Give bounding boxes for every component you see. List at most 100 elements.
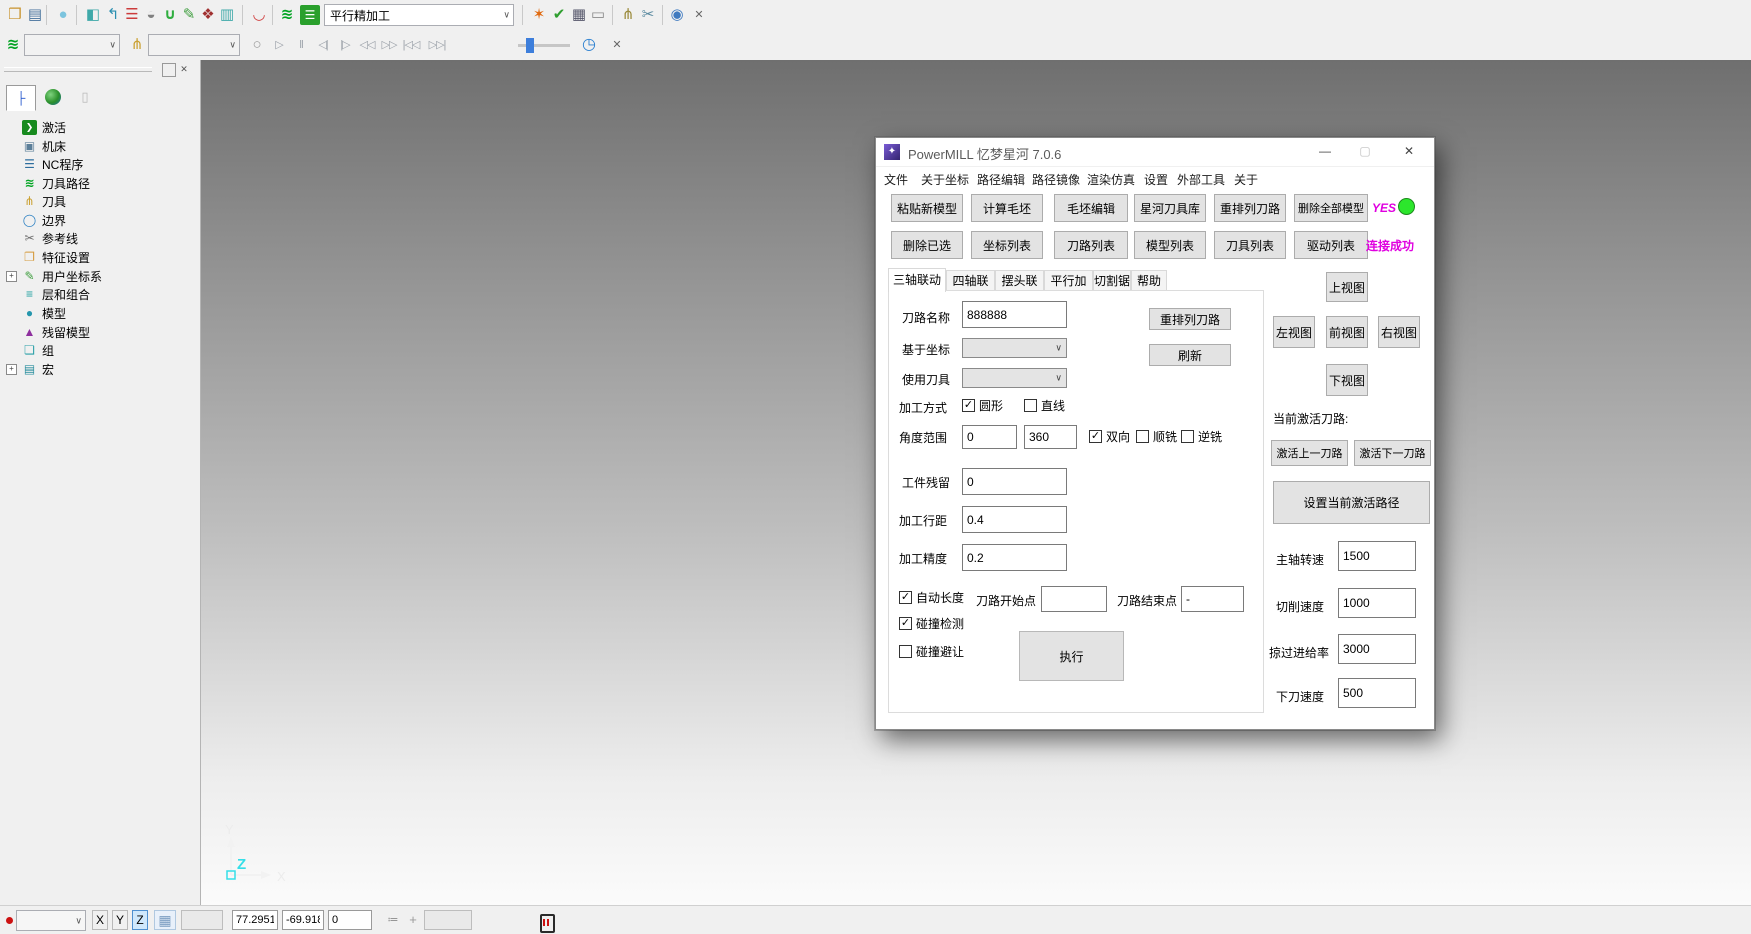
go-end-icon[interactable] — [426, 34, 448, 56]
tool-list-button[interactable]: 刀具列表 — [1214, 231, 1286, 259]
sidebar-item-feature-sets[interactable]: 特征设置 — [6, 248, 90, 266]
coord-x-field[interactable] — [232, 910, 278, 930]
pause-icon[interactable] — [290, 34, 312, 56]
sidebar-item-patterns[interactable]: 参考线 — [6, 229, 78, 247]
rearrange-toolpaths-button[interactable]: 重排列刀路 — [1214, 194, 1286, 222]
fast-forward-icon[interactable] — [378, 34, 400, 56]
tab-help[interactable]: 帮助 — [1131, 270, 1167, 291]
toolpath-springs-icon[interactable] — [276, 4, 298, 26]
block-icon[interactable] — [82, 4, 104, 26]
close-panel-icon[interactable]: ✕ — [178, 63, 190, 75]
paste-new-model-button[interactable]: 粘贴新模型 — [891, 194, 963, 222]
cutting-feed-input[interactable] — [1338, 588, 1416, 618]
model-list-button[interactable]: 模型列表 — [1134, 231, 1206, 259]
tool-select-icon[interactable] — [126, 34, 148, 56]
collision-avoid-checkbox[interactable]: 碰撞避让 — [899, 643, 964, 660]
menu-item-file[interactable]: 文件 — [884, 171, 908, 188]
go-start-icon[interactable] — [400, 34, 422, 56]
angle-end-input[interactable] — [1024, 425, 1077, 449]
measure-icon[interactable] — [587, 4, 609, 26]
set-active-path-button[interactable]: 设置当前激活路径 — [1273, 481, 1430, 524]
xyz-list-icon[interactable] — [384, 911, 402, 929]
view-left-button[interactable]: 左视图 — [1273, 316, 1315, 348]
speed-slider-handle[interactable] — [526, 38, 534, 53]
close-toolbar-icon[interactable] — [688, 4, 710, 26]
minimize-button[interactable]: — — [1308, 138, 1342, 164]
workplane-icon[interactable] — [216, 4, 238, 26]
axis-x-button[interactable]: X — [92, 910, 108, 930]
open-file-icon[interactable] — [4, 4, 26, 26]
tab-viewer[interactable] — [38, 85, 68, 111]
menu-item-about[interactable]: 关于 — [1234, 171, 1258, 188]
collision-check-icon[interactable] — [528, 4, 550, 26]
tab-3axis[interactable]: 三轴联动 — [888, 268, 946, 292]
view-bottom-button[interactable]: 下视图 — [1326, 364, 1368, 396]
sidebar-item-macros[interactable]: +宏 — [6, 360, 54, 378]
toolpath-list-button[interactable]: 刀路列表 — [1054, 231, 1128, 259]
start-point-input[interactable] — [1041, 586, 1107, 612]
close-toolbar-icon[interactable] — [606, 34, 628, 56]
block-edit-button[interactable]: 毛坯编辑 — [1054, 194, 1128, 222]
toolpath-springs-icon[interactable] — [2, 34, 24, 56]
tab-swivel-head[interactable]: 摆头联动 — [995, 270, 1044, 291]
tab-parallel[interactable]: 平行加工 — [1044, 270, 1093, 291]
tab-explorer[interactable] — [6, 85, 36, 111]
sidebar-item-boundaries[interactable]: 边界 — [6, 211, 66, 229]
sidebar-item-nc-program[interactable]: NC程序 — [6, 155, 83, 173]
panel-grip[interactable] — [4, 67, 152, 72]
expand-icon[interactable]: + — [6, 364, 17, 375]
execute-button[interactable]: 执行 — [1019, 631, 1124, 681]
menu-item-path-mirror[interactable]: 路径镜像 — [1032, 171, 1080, 188]
float-panel-icon[interactable] — [162, 63, 176, 77]
angle-start-input[interactable] — [962, 425, 1017, 449]
play-icon[interactable] — [268, 34, 290, 56]
stock-allowance-input[interactable] — [962, 468, 1067, 495]
workplane-select[interactable]: ∨ — [16, 910, 86, 931]
tool-pair-icon[interactable] — [617, 4, 639, 26]
sidebar-item-levels[interactable]: 层和组合 — [6, 285, 90, 303]
lamp-icon[interactable] — [246, 34, 268, 56]
tab-4axis[interactable]: 四轴联动 — [946, 270, 995, 291]
sidebar-item-models[interactable]: 模型 — [6, 304, 66, 322]
shaded-sphere-icon[interactable] — [52, 4, 74, 26]
rearrange-button[interactable]: 重排列刀路 — [1149, 308, 1231, 330]
tool-select[interactable]: ∨ — [148, 34, 240, 56]
activate-next-toolpath-button[interactable]: 激活下一刀路 — [1354, 440, 1431, 466]
spindle-speed-input[interactable] — [1338, 541, 1416, 571]
plunge-feed-input[interactable] — [1338, 678, 1416, 708]
sidebar-item-machine[interactable]: 机床 — [6, 137, 66, 155]
menu-item-coords[interactable]: 关于坐标 — [921, 171, 969, 188]
menu-item-render-sim[interactable]: 渲染仿真 — [1087, 171, 1135, 188]
strategy-select[interactable]: 平行精加工 ∨ — [324, 4, 514, 26]
compute-block-button[interactable]: 计算毛坯 — [971, 194, 1043, 222]
view-top-button[interactable]: 上视图 — [1326, 272, 1368, 302]
coord-y-field[interactable] — [282, 910, 324, 930]
sidebar-item-activate[interactable]: 激活 — [6, 118, 66, 136]
tab-saw[interactable]: 切割锯 — [1093, 270, 1131, 291]
tolerance-input[interactable] — [962, 544, 1067, 571]
coord-list-button[interactable]: 坐标列表 — [971, 231, 1043, 259]
view-right-button[interactable]: 右视图 — [1378, 316, 1420, 348]
axis-z-button[interactable]: Z — [132, 910, 148, 930]
end-point-input[interactable] — [1181, 586, 1244, 612]
stepover-input[interactable] — [962, 506, 1067, 533]
sidebar-item-toolpaths[interactable]: 刀具路径 — [6, 174, 90, 192]
expand-icon[interactable]: + — [6, 271, 17, 282]
tolerance-field[interactable] — [424, 910, 472, 930]
simulation-icon[interactable] — [666, 4, 688, 26]
tab-recycle[interactable] — [70, 85, 100, 111]
grid-size-field[interactable] — [181, 910, 223, 930]
menu-item-path-edit[interactable]: 路径编辑 — [977, 171, 1025, 188]
collision-check-checkbox[interactable]: 碰撞检测 — [899, 615, 964, 632]
delete-all-models-button[interactable]: 删除全部模型 — [1294, 194, 1368, 222]
conventional-checkbox[interactable]: 逆铣 — [1181, 428, 1222, 445]
drive-list-button[interactable]: 驱动列表 — [1294, 231, 1368, 259]
toolpath-name-input[interactable] — [962, 301, 1067, 328]
circle-checkbox[interactable]: 圆形 — [962, 397, 1003, 414]
clock-icon[interactable] — [578, 34, 600, 56]
bidirectional-checkbox[interactable]: 双向 — [1089, 428, 1130, 445]
line-checkbox[interactable]: 直线 — [1024, 397, 1065, 414]
verify-icon[interactable] — [548, 4, 570, 26]
grid-toggle-button[interactable] — [154, 910, 176, 930]
sidebar-item-stock-models[interactable]: 残留模型 — [6, 323, 90, 341]
